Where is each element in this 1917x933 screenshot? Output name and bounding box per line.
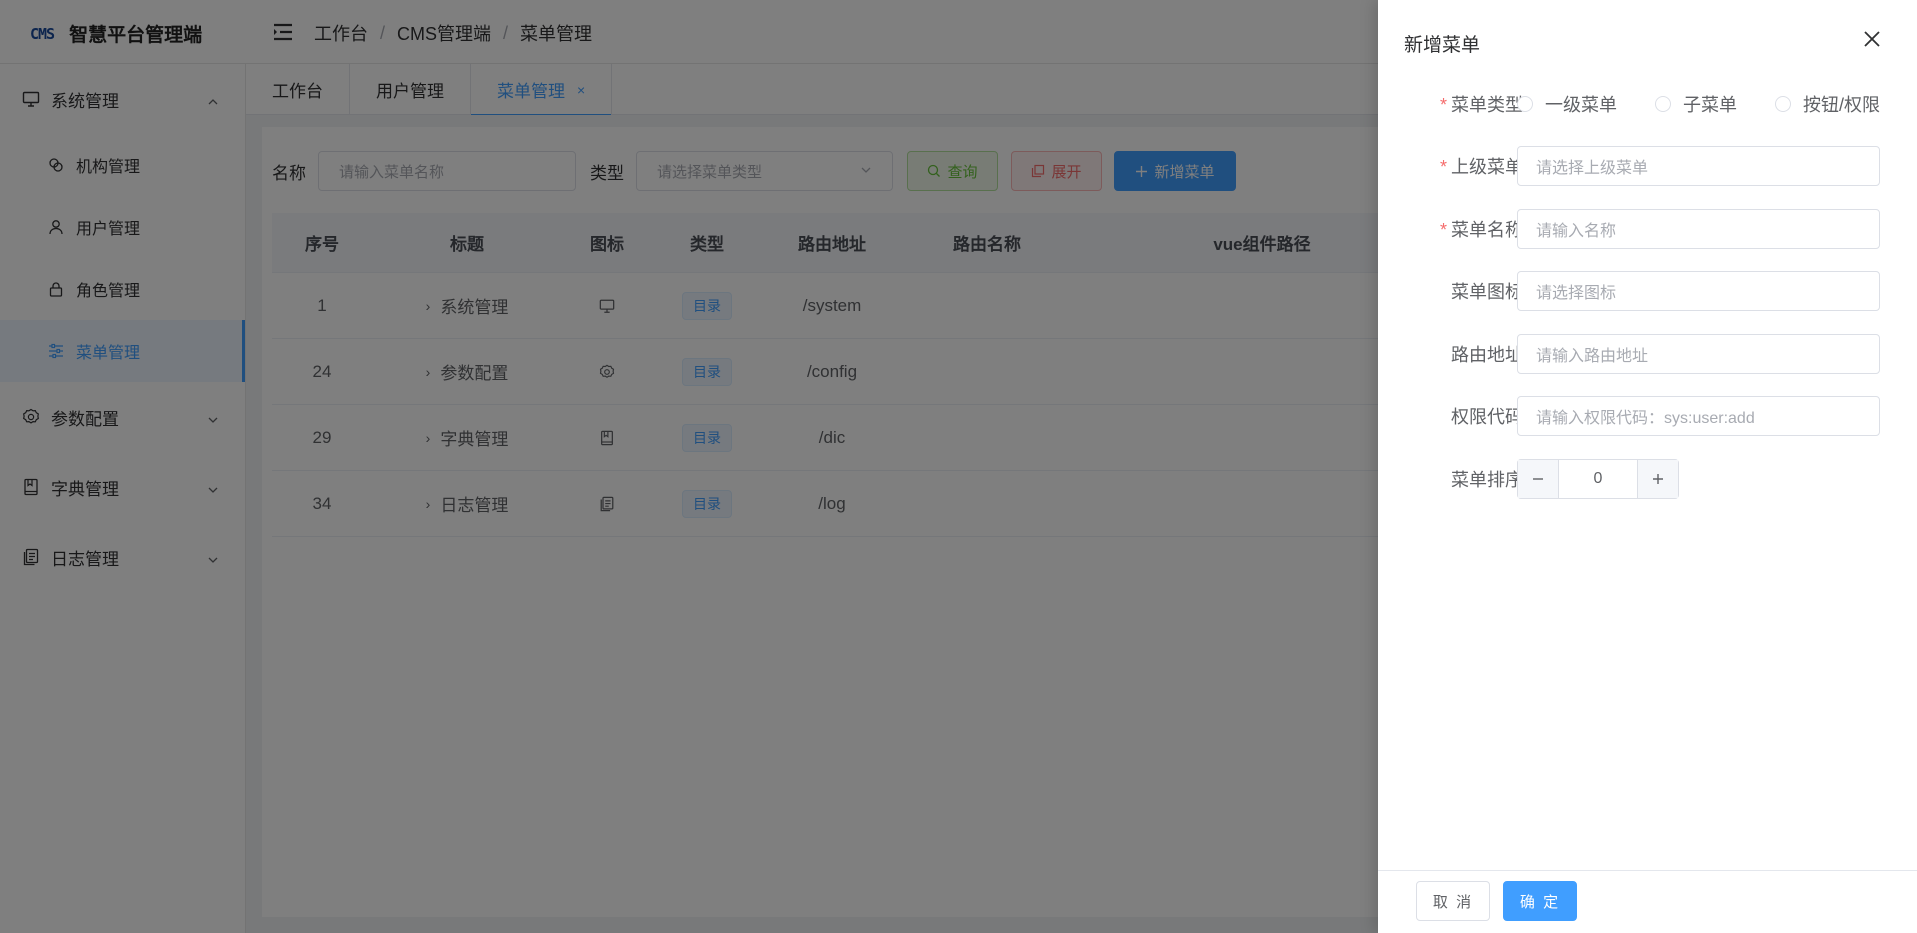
sort-stepper: 0 <box>1517 459 1679 499</box>
radio-circle <box>1775 96 1791 112</box>
route-placeholder: 请输入路由地址 <box>1536 348 1649 365</box>
drawer-title: 新增菜单 <box>1404 35 1481 56</box>
decrement-button[interactable] <box>1518 460 1559 498</box>
sort-label: 菜单排序 <box>1451 470 1523 490</box>
menu-name-row: * 菜单名称 请输入名称 <box>1378 209 1917 249</box>
menu-name-label: * 菜单名称 <box>1440 216 1523 242</box>
radio-circle <box>1655 96 1671 112</box>
permission-input[interactable]: 请输入权限代码：sys:user:add <box>1517 396 1880 436</box>
drawer-footer-divider <box>1378 870 1917 871</box>
sort-value-input[interactable]: 0 <box>1559 460 1637 498</box>
increment-button[interactable] <box>1637 460 1678 498</box>
confirm-button[interactable]: 确 定 <box>1503 881 1577 921</box>
parent-menu-label: * 上级菜单 <box>1440 153 1523 179</box>
route-input[interactable]: 请输入路由地址 <box>1517 334 1880 374</box>
close-icon[interactable] <box>1863 30 1881 48</box>
menu-icon-placeholder: 请选择图标 <box>1536 285 1617 302</box>
radio-button-permission[interactable]: 按钮/权限 <box>1775 91 1880 117</box>
menu-name-label-text: 菜单名称 <box>1451 220 1523 240</box>
radio-circle <box>1517 96 1533 112</box>
radio-label: 按钮/权限 <box>1803 95 1881 115</box>
sort-row: 菜单排序 0 <box>1378 459 1917 499</box>
menu-type-label-text: 菜单类型 <box>1451 95 1523 115</box>
cancel-button[interactable]: 取 消 <box>1416 881 1490 921</box>
add-menu-drawer: 新增菜单 * 菜单类型 一级菜单 子菜单 按钮/权限 * 上级菜单 请选择上级菜单 … <box>1378 0 1917 933</box>
permission-row: 权限代码 请输入权限代码：sys:user:add <box>1378 396 1917 436</box>
plus-icon <box>1653 474 1663 484</box>
permission-placeholder: 请输入权限代码：sys:user:add <box>1536 410 1755 427</box>
permission-label: 权限代码 <box>1451 407 1523 427</box>
required-mark: * <box>1439 157 1447 177</box>
menu-name-placeholder: 请输入名称 <box>1536 223 1617 240</box>
menu-type-label: * 菜单类型 <box>1440 91 1523 117</box>
radio-top-menu[interactable]: 一级菜单 <box>1517 91 1617 117</box>
parent-menu-row: * 上级菜单 请选择上级菜单 <box>1378 146 1917 186</box>
required-mark: * <box>1439 220 1447 240</box>
minus-icon <box>1533 478 1543 480</box>
route-label: 路由地址 <box>1451 345 1523 365</box>
menu-icon-label: 菜单图标 <box>1451 282 1523 302</box>
menu-type-row: * 菜单类型 一级菜单 子菜单 按钮/权限 <box>1378 84 1917 124</box>
parent-menu-label-text: 上级菜单 <box>1451 157 1523 177</box>
parent-menu-select[interactable]: 请选择上级菜单 <box>1517 146 1880 186</box>
route-row: 路由地址 请输入路由地址 <box>1378 334 1917 374</box>
radio-label: 子菜单 <box>1683 95 1737 115</box>
menu-icon-row: 菜单图标 请选择图标 <box>1378 271 1917 311</box>
menu-icon-select[interactable]: 请选择图标 <box>1517 271 1880 311</box>
radio-sub-menu[interactable]: 子菜单 <box>1655 91 1737 117</box>
parent-menu-placeholder: 请选择上级菜单 <box>1536 160 1649 177</box>
required-mark: * <box>1439 95 1447 115</box>
menu-name-input[interactable]: 请输入名称 <box>1517 209 1880 249</box>
radio-label: 一级菜单 <box>1545 95 1617 115</box>
